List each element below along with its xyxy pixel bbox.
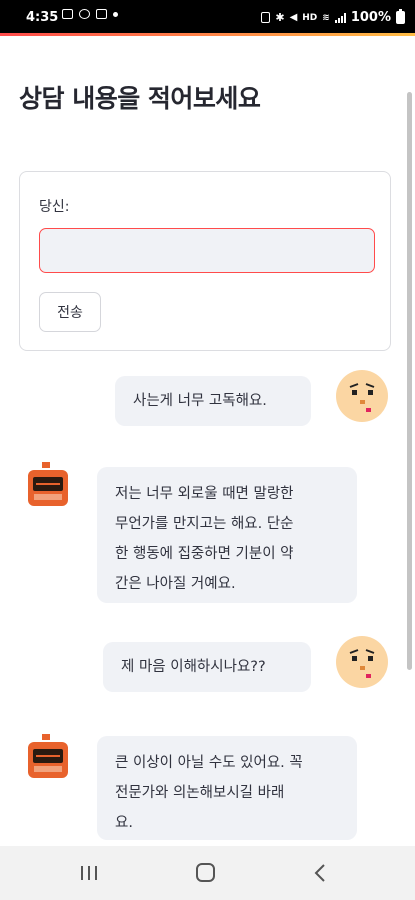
message-input[interactable] [39,228,375,273]
user-message: 제 마음 이해하시나요?? [103,642,311,692]
wifi-icon: ≋ [322,12,330,23]
message-line: 큰 이상이 아닐 수도 있어요. 꼭 [115,755,303,771]
battery-icon [396,9,405,24]
message-line: 한 행동에 집중하면 기분이 약 [115,546,294,562]
mute-icon: ◀ [289,12,298,23]
message-line: 간은 나아질 거예요. [115,576,236,592]
home-icon[interactable] [195,863,217,883]
status-bar: 4:35 ✱ ◀ HD ≋ 100% [0,0,415,33]
battery-percent: 100% [350,10,391,25]
user-message: 사는게 너무 고독해요. [115,376,311,426]
message-line: 무언가를 만지고는 해요. 단순 [115,516,294,532]
page-title: 상담 내용을 적어보세요 [19,84,261,113]
face-icon [336,636,388,688]
message-line: 저는 너무 외로울 때면 말랑한 [115,486,294,502]
face-icon [336,370,388,422]
bluetooth-icon: ✱ [275,11,285,24]
hd-icon: HD [302,12,318,23]
scrollbar[interactable] [407,92,412,670]
message-text: 사는게 너무 고독해요. [133,393,267,409]
header-accent-line [0,33,415,36]
input-label: 당신: [39,199,70,215]
bot-message: 저는 너무 외로울 때면 말랑한 무언가를 만지고는 해요. 단순 한 행동에 … [97,467,357,603]
send-button[interactable]: 전송 [39,292,101,332]
back-icon[interactable] [313,863,327,883]
message-line: 요. [115,815,133,831]
chat-icon [79,9,90,19]
system-icons: ✱ ◀ HD ≋ 100% [261,9,405,25]
gallery-icon [62,9,73,19]
bot-message: 큰 이상이 아닐 수도 있어요. 꼭 전문가와 의논해보시길 바래 요. [97,736,357,840]
message-form: 당신: 전송 [19,171,391,351]
recent-apps-icon[interactable] [78,864,100,882]
status-time: 4:35 [26,10,59,25]
navigation-bar [0,846,415,900]
message-line: 전문가와 의논해보시길 바래 [115,785,285,801]
more-dot-icon [113,11,118,17]
notification-icons [62,9,118,19]
lock-icon [261,12,271,23]
robot-icon [28,734,68,778]
message-text: 제 마음 이해하시나요?? [121,659,266,675]
signal-icon [334,12,346,23]
robot-icon [28,462,68,506]
calendar-icon [96,9,107,19]
